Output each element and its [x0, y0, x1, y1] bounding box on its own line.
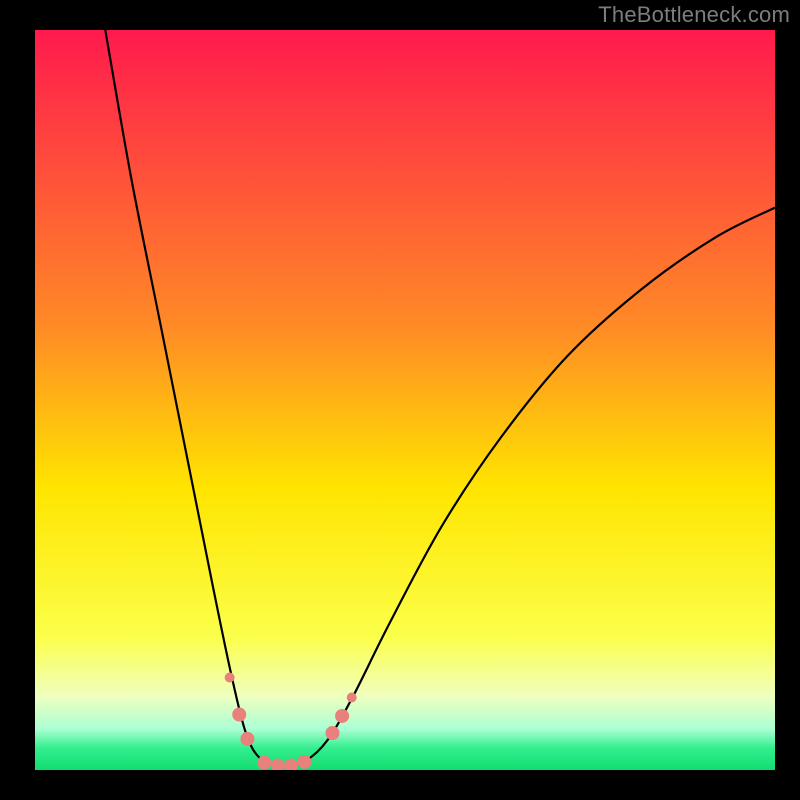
curve-marker [271, 759, 285, 773]
curve-marker [297, 755, 311, 769]
plot-background [35, 30, 775, 770]
curve-marker [335, 709, 349, 723]
curve-marker [325, 726, 339, 740]
curve-marker [225, 673, 235, 683]
bottleneck-chart [0, 0, 800, 800]
curve-marker [232, 708, 246, 722]
curve-marker [284, 759, 298, 773]
curve-marker [240, 732, 254, 746]
chart-frame: TheBottleneck.com [0, 0, 800, 800]
watermark-label: TheBottleneck.com [598, 2, 790, 28]
curve-marker [257, 756, 271, 770]
curve-marker [347, 692, 357, 702]
